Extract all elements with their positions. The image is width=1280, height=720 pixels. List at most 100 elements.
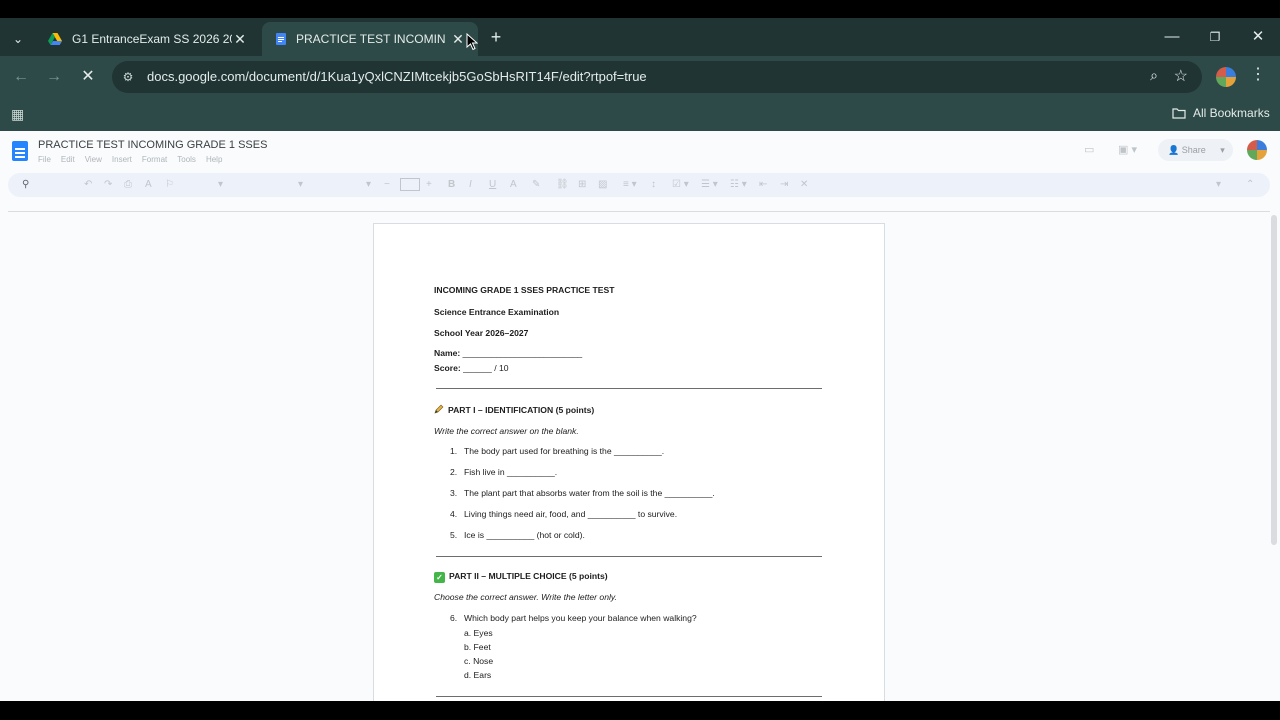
- document-title[interactable]: PRACTICE TEST INCOMING GRADE 1 SSES: [38, 139, 267, 151]
- increase-indent-icon[interactable]: ⇥: [780, 178, 788, 192]
- item-text: The plant part that absorbs water from t…: [464, 488, 715, 498]
- meet-icon[interactable]: ▣ ▾: [1118, 143, 1137, 156]
- url-text[interactable]: docs.google.com/document/d/1Kua1yQxlCNZI…: [147, 69, 647, 84]
- google-drive-icon: [48, 33, 62, 45]
- underline-icon[interactable]: U: [489, 178, 496, 192]
- tab-drive[interactable]: G1 EntranceExam SS 2026 2027 ✕: [34, 22, 260, 56]
- menu-help[interactable]: Help: [206, 155, 222, 164]
- forward-icon[interactable]: →: [43, 66, 65, 88]
- part2-title: PART II – MULTIPLE CHOICE (5 points): [449, 571, 608, 581]
- close-tab-icon[interactable]: ✕: [450, 31, 466, 47]
- link-icon[interactable]: ⛓: [556, 178, 569, 192]
- minimize-icon[interactable]: —: [1160, 26, 1184, 48]
- print-icon[interactable]: ⎙: [124, 178, 132, 192]
- docs-account-avatar[interactable]: [1247, 140, 1267, 160]
- close-tab-icon[interactable]: ✕: [232, 31, 248, 47]
- undo-icon[interactable]: ↶: [84, 178, 92, 192]
- share-button[interactable]: 👤 Share ▾: [1158, 139, 1233, 161]
- tab-strip: ⌄ G1 EntranceExam SS 2026 2027 ✕ PRACTIC: [0, 18, 1280, 56]
- apps-grid-icon[interactable]: ▦: [11, 106, 24, 123]
- numbered-list-icon[interactable]: ☷ ▾: [730, 178, 747, 192]
- doc-subtitle: Science Entrance Examination: [434, 307, 560, 317]
- zoom-dropdown-icon[interactable]: ▾: [218, 178, 223, 192]
- bottom-letterbox: [0, 701, 1280, 720]
- item-text: The body part used for breathing is the …: [464, 446, 665, 456]
- zoom-icon[interactable]: ⌕: [1150, 67, 1158, 84]
- top-letterbox: [0, 0, 1280, 18]
- tab-search-chevron-icon[interactable]: ⌄: [8, 29, 28, 49]
- ruler: [8, 211, 1270, 212]
- option-b: b. Feet: [464, 642, 491, 652]
- italic-icon[interactable]: I: [469, 178, 472, 192]
- tab-docs[interactable]: PRACTICE TEST INCOMING GRADE 1 SSES ✕: [262, 22, 478, 56]
- bulleted-list-icon[interactable]: ☰ ▾: [701, 178, 718, 192]
- tab-title: G1 EntranceExam SS 2026 2027: [72, 32, 232, 46]
- bookmarks-bar: ▦ All Bookmarks: [0, 98, 1280, 131]
- search-menus-icon[interactable]: ⚲: [22, 178, 29, 192]
- vertical-scrollbar[interactable]: [1271, 215, 1277, 545]
- bold-icon[interactable]: B: [448, 178, 455, 192]
- style-dropdown-icon[interactable]: ▾: [298, 178, 303, 192]
- increase-font-icon[interactable]: +: [426, 178, 432, 192]
- restore-icon[interactable]: ❐: [1203, 26, 1227, 48]
- name-blank: _________________________: [462, 348, 583, 358]
- item-number: 1.: [450, 446, 458, 456]
- checkmark-icon: ✓: [434, 572, 445, 583]
- clear-formatting-icon[interactable]: ✕: [800, 178, 808, 192]
- doc-heading: INCOMING GRADE 1 SSES PRACTICE TEST: [434, 285, 615, 295]
- menu-insert[interactable]: Insert: [112, 155, 132, 164]
- paint-format-icon[interactable]: ⚐: [165, 178, 174, 192]
- item-text: Fish live in __________.: [464, 467, 558, 477]
- menu-view[interactable]: View: [85, 155, 102, 164]
- share-dropdown-icon[interactable]: ▾: [1220, 145, 1225, 155]
- close-window-icon[interactable]: ✕: [1246, 26, 1270, 48]
- insert-image-icon[interactable]: ▨: [598, 178, 607, 192]
- font-dropdown-icon[interactable]: ▾: [366, 178, 371, 192]
- decrease-indent-icon[interactable]: ⇤: [759, 178, 767, 192]
- new-tab-icon[interactable]: +: [486, 27, 506, 47]
- font-size-field[interactable]: [400, 178, 420, 191]
- editing-mode-dropdown-icon[interactable]: ▾: [1216, 178, 1221, 192]
- text-color-icon[interactable]: A: [510, 178, 517, 192]
- formatting-toolbar: ⚲ ↶ ↷ ⎙ A ⚐ ▾ ▾ ▾ − + B I U A ✎ ⛓ ⊞ ▨ ≡ …: [8, 173, 1270, 197]
- site-info-icon[interactable]: ⚙: [120, 69, 136, 85]
- add-comment-icon[interactable]: ⊞: [578, 178, 586, 192]
- option-a: a. Eyes: [464, 628, 493, 638]
- comments-icon[interactable]: ▭: [1084, 143, 1094, 156]
- document-page[interactable]: INCOMING GRADE 1 SSES PRACTICE TEST Scie…: [373, 223, 885, 713]
- docs-menu-bar: File Edit View Insert Format Tools Help: [38, 155, 222, 164]
- score-blank: ______ / 10: [463, 363, 509, 373]
- option-d: d. Ears: [464, 670, 492, 680]
- item-text: Ice is __________ (hot or cold).: [464, 530, 585, 540]
- docs-logo-icon[interactable]: [12, 141, 28, 161]
- share-label: Share: [1181, 145, 1206, 155]
- divider: [436, 696, 822, 697]
- hide-menus-icon[interactable]: ⌃: [1246, 178, 1254, 192]
- bookmark-star-icon[interactable]: ☆: [1174, 66, 1188, 86]
- docs-header: PRACTICE TEST INCOMING GRADE 1 SSES File…: [0, 131, 1280, 171]
- profile-avatar[interactable]: [1216, 67, 1236, 87]
- line-spacing-icon[interactable]: ↕: [651, 178, 656, 192]
- spellcheck-icon[interactable]: A: [145, 178, 152, 192]
- address-bar[interactable]: ⚙ docs.google.com/document/d/1Kua1yQxlCN…: [112, 61, 1202, 93]
- stop-loading-icon[interactable]: ✕: [77, 66, 99, 88]
- all-bookmarks-button[interactable]: All Bookmarks: [1172, 106, 1270, 120]
- highlight-icon[interactable]: ✎: [532, 178, 540, 192]
- menu-file[interactable]: File: [38, 155, 51, 164]
- align-icon[interactable]: ≡ ▾: [623, 178, 637, 192]
- back-icon[interactable]: ←: [10, 66, 32, 88]
- item-text: Living things need air, food, and ______…: [464, 509, 678, 519]
- decrease-font-icon[interactable]: −: [384, 178, 390, 192]
- more-menu-icon[interactable]: ⋮: [1250, 64, 1266, 84]
- menu-format[interactable]: Format: [142, 155, 167, 164]
- redo-icon[interactable]: ↷: [104, 178, 112, 192]
- divider: [436, 556, 822, 557]
- share-people-icon: 👤: [1168, 145, 1180, 155]
- menu-edit[interactable]: Edit: [61, 155, 75, 164]
- doc-school-year: School Year 2026–2027: [434, 328, 529, 338]
- menu-tools[interactable]: Tools: [177, 155, 196, 164]
- item-number: 5.: [450, 530, 458, 540]
- screen: ⌄ G1 EntranceExam SS 2026 2027 ✕ PRACTIC: [0, 0, 1280, 720]
- google-docs-icon: [276, 33, 286, 45]
- checklist-icon[interactable]: ☑ ▾: [672, 178, 689, 192]
